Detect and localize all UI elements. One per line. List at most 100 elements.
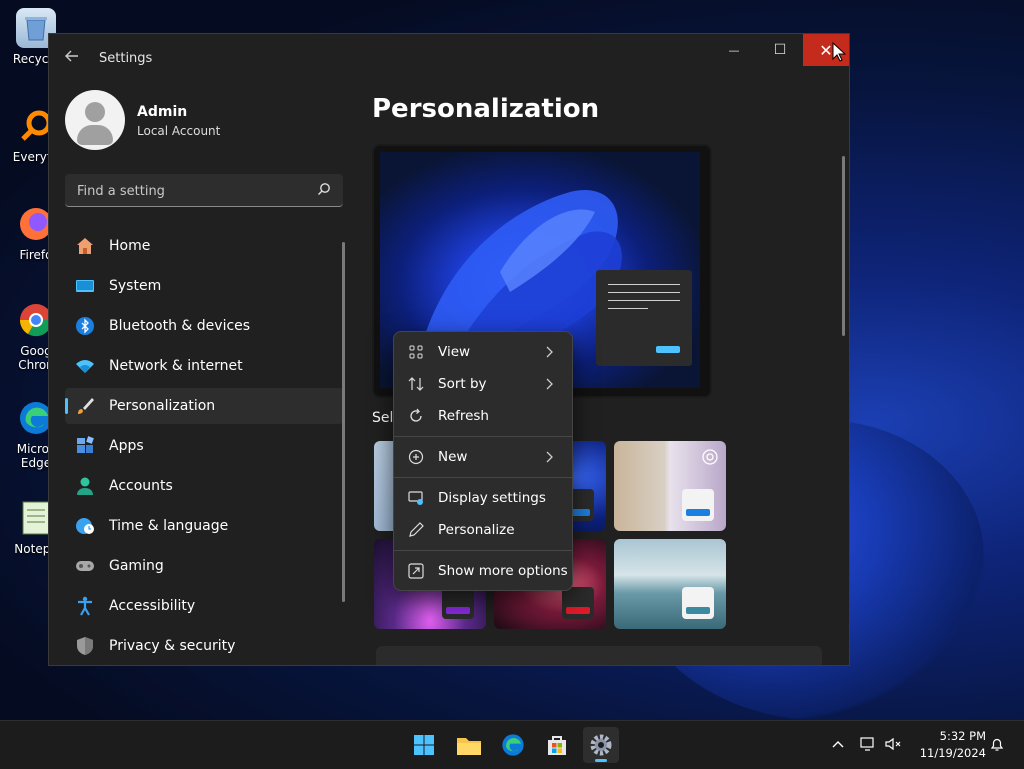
sidebar-scrollbar[interactable] bbox=[342, 242, 345, 602]
sidebar-item-apps[interactable]: Apps bbox=[65, 428, 343, 464]
notification-bell-icon[interactable] bbox=[988, 735, 1006, 753]
accessibility-icon bbox=[75, 596, 95, 616]
wifi-icon bbox=[75, 356, 95, 376]
menu-item-label: New bbox=[438, 449, 468, 465]
profile-name: Admin bbox=[137, 104, 188, 120]
page-title: Personalization bbox=[372, 94, 600, 124]
maximize-button[interactable]: ☐ bbox=[757, 34, 803, 66]
chevron-right-icon bbox=[546, 378, 553, 390]
taskbar-start-button[interactable] bbox=[406, 727, 442, 763]
sidebar-item-gaming[interactable]: Gaming bbox=[65, 548, 343, 584]
sidebar-item-personalization[interactable]: Personalization bbox=[65, 388, 343, 424]
search-input[interactable] bbox=[75, 174, 309, 208]
back-button[interactable] bbox=[61, 48, 83, 70]
mouse-cursor-icon bbox=[832, 42, 846, 62]
volume-muted-icon[interactable] bbox=[884, 735, 902, 753]
bluetooth-icon bbox=[75, 316, 95, 336]
pen-icon bbox=[408, 522, 424, 538]
sidebar-nav: Home System Bluetooth & devices Network … bbox=[65, 228, 343, 665]
sidebar-item-network[interactable]: Network & internet bbox=[65, 348, 343, 384]
sidebar-item-bluetooth[interactable]: Bluetooth & devices bbox=[65, 308, 343, 344]
title-bar[interactable]: Settings — ☐ ✕ bbox=[49, 34, 849, 82]
sidebar-item-label: Time & language bbox=[109, 518, 229, 534]
menu-item-refresh[interactable]: Refresh bbox=[398, 401, 568, 431]
view-grid-icon bbox=[408, 344, 424, 360]
minimize-button[interactable]: — bbox=[711, 34, 757, 66]
preview-window bbox=[596, 270, 692, 366]
sidebar-item-label: Bluetooth & devices bbox=[109, 318, 251, 334]
sidebar-item-label: Apps bbox=[109, 438, 144, 454]
new-plus-icon bbox=[408, 449, 424, 465]
sidebar-item-home[interactable]: Home bbox=[65, 228, 343, 264]
gear-icon bbox=[590, 734, 612, 756]
store-icon bbox=[548, 736, 566, 755]
menu-separator bbox=[394, 550, 572, 551]
sidebar-item-label: System bbox=[109, 278, 162, 294]
sidebar-item-label: Home bbox=[109, 238, 151, 254]
menu-item-show-more-options[interactable]: Show more options bbox=[398, 556, 568, 586]
sidebar-item-label: Network & internet bbox=[109, 358, 243, 374]
menu-item-new[interactable]: New bbox=[398, 442, 568, 472]
taskbar-clock[interactable]: 5:32 PM 11/19/2024 bbox=[912, 728, 986, 762]
sort-icon bbox=[408, 376, 424, 392]
camera-icon bbox=[702, 449, 718, 465]
sidebar-item-label: Personalization bbox=[109, 398, 216, 414]
menu-item-display-settings[interactable]: Display settings bbox=[398, 483, 568, 513]
refresh-icon bbox=[408, 408, 424, 424]
sidebar-item-label: Accessibility bbox=[109, 598, 196, 614]
desktop-context-menu: View Sort by Refresh New Display setting… bbox=[393, 331, 573, 591]
theme-thumbnail-glow[interactable] bbox=[614, 441, 726, 531]
taskbar-store[interactable] bbox=[539, 727, 575, 763]
sidebar-item-label: Privacy & security bbox=[109, 638, 236, 654]
sidebar-item-system[interactable]: System bbox=[65, 268, 343, 304]
minimize-icon: — bbox=[728, 43, 740, 57]
network-status-icon[interactable] bbox=[860, 735, 878, 753]
back-arrow-icon bbox=[65, 50, 78, 62]
menu-item-personalize[interactable]: Personalize bbox=[398, 515, 568, 545]
search-icon[interactable] bbox=[317, 182, 331, 196]
content-scrollbar[interactable] bbox=[842, 156, 845, 336]
clock-time: 5:32 PM bbox=[939, 729, 986, 743]
menu-item-label: View bbox=[438, 344, 471, 360]
menu-item-label: Personalize bbox=[438, 522, 515, 538]
menu-item-label: Sort by bbox=[438, 376, 487, 392]
tray-overflow-chevron-icon[interactable] bbox=[829, 735, 847, 753]
accounts-icon bbox=[75, 476, 95, 496]
windows-start-icon bbox=[414, 735, 434, 755]
chevron-right-icon bbox=[546, 346, 553, 358]
avatar bbox=[65, 90, 125, 150]
menu-item-label: Refresh bbox=[438, 408, 489, 424]
sidebar-item-time-language[interactable]: Time & language bbox=[65, 508, 343, 544]
search-box[interactable] bbox=[65, 174, 343, 208]
taskbar-edge[interactable] bbox=[495, 727, 531, 763]
chevron-right-icon bbox=[546, 451, 553, 463]
menu-item-label: Show more options bbox=[438, 563, 568, 579]
shield-icon bbox=[75, 636, 95, 656]
sidebar-item-privacy[interactable]: Privacy & security bbox=[65, 628, 343, 664]
select-theme-label: Sel bbox=[372, 410, 394, 426]
home-icon bbox=[75, 236, 95, 256]
globe-clock-icon bbox=[75, 516, 95, 536]
gamepad-icon bbox=[75, 556, 95, 576]
theme-thumbnail-sunrise[interactable] bbox=[614, 539, 726, 629]
clock-date: 11/19/2024 bbox=[919, 746, 986, 760]
profile-account-type: Local Account bbox=[137, 124, 221, 138]
sidebar-item-label: Accounts bbox=[109, 478, 173, 494]
apps-icon bbox=[75, 436, 95, 456]
display-settings-icon bbox=[408, 490, 424, 506]
taskbar-file-explorer[interactable] bbox=[451, 727, 487, 763]
menu-separator bbox=[394, 436, 572, 437]
maximize-icon: ☐ bbox=[773, 42, 787, 58]
close-icon: ✕ bbox=[819, 40, 833, 60]
system-display-icon bbox=[75, 276, 95, 296]
taskbar-settings[interactable] bbox=[583, 727, 619, 763]
settings-card[interactable] bbox=[376, 646, 822, 665]
folder-icon bbox=[457, 738, 481, 755]
sidebar-item-label: Gaming bbox=[109, 558, 164, 574]
user-profile[interactable]: Admin Local Account bbox=[65, 90, 365, 150]
menu-item-view[interactable]: View bbox=[398, 337, 568, 367]
menu-separator bbox=[394, 477, 572, 478]
sidebar-item-accessibility[interactable]: Accessibility bbox=[65, 588, 343, 624]
menu-item-sort-by[interactable]: Sort by bbox=[398, 369, 568, 399]
sidebar-item-accounts[interactable]: Accounts bbox=[65, 468, 343, 504]
